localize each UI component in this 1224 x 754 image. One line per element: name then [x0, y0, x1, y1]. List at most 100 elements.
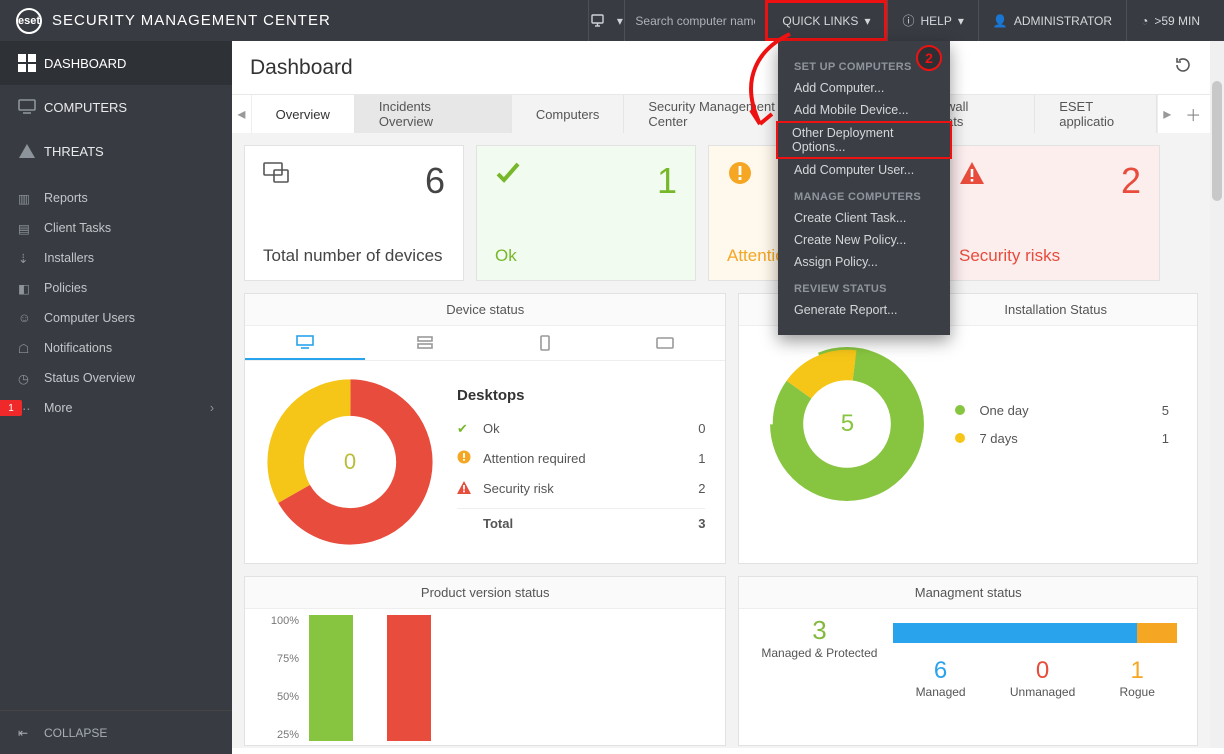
- legend-dot: [955, 405, 965, 415]
- session-timer[interactable]: ◔ >59 MIN: [1126, 0, 1214, 41]
- top-bar: eset SECURITY MANAGEMENT CENTER ▾ QUICK …: [0, 0, 1224, 41]
- card-label: Total number of devices: [263, 246, 445, 266]
- user-button[interactable]: 👤 ADMINISTRATOR: [978, 0, 1126, 41]
- tab-label: Computers: [536, 107, 600, 122]
- help-icon: ⓘ: [902, 12, 914, 29]
- ql-add-mobile[interactable]: Add Mobile Device...: [778, 99, 950, 121]
- value: 6: [916, 657, 966, 685]
- collapse-icon: ⇤: [18, 726, 44, 740]
- tab-eset-app[interactable]: ESET applicatio: [1035, 95, 1157, 133]
- annotation-badge-2: 2: [916, 45, 942, 71]
- alert-icon: [959, 160, 985, 191]
- search-input[interactable]: [625, 0, 765, 41]
- nav-installers[interactable]: ⇣Installers: [0, 243, 232, 273]
- row-value: 1: [1139, 431, 1169, 446]
- inst-row-seven-days: 7 days 1: [955, 424, 1169, 452]
- tab-computers[interactable]: Computers: [512, 95, 625, 133]
- devtab-desktop[interactable]: [245, 326, 365, 360]
- ql-generate-report[interactable]: Generate Report...: [778, 299, 950, 321]
- tab-overview[interactable]: Overview: [252, 95, 355, 133]
- nav-notifications[interactable]: ☖Notifications: [0, 333, 232, 363]
- nav-label: More: [44, 401, 72, 415]
- tabs-scroll-left[interactable]: ◂: [232, 95, 252, 133]
- card-ok[interactable]: 1 Ok: [476, 145, 696, 281]
- management-bar: [893, 623, 1177, 643]
- quick-links-button[interactable]: QUICK LINKS ▾: [765, 0, 887, 41]
- tick: 100%: [259, 615, 299, 627]
- panel-title: Device status: [245, 294, 725, 326]
- chevron-down-icon: ▾: [864, 14, 870, 28]
- vertical-scrollbar[interactable]: [1210, 41, 1224, 748]
- search-segment: ▾: [588, 0, 765, 41]
- row-name: Attention required: [483, 451, 675, 466]
- panel-title: Product version status: [245, 577, 725, 609]
- nav-threats[interactable]: THREATS: [0, 129, 232, 173]
- device-type-tabs: [245, 326, 725, 361]
- col-unmanaged: 0 Unmanaged: [1010, 657, 1075, 699]
- nav-label: Status Overview: [44, 371, 135, 385]
- nav-label: Notifications: [44, 341, 112, 355]
- alert-icon: [457, 481, 483, 497]
- tabs-scroll-right[interactable]: ▸: [1157, 95, 1177, 133]
- device-row-ok: ✔ Ok 0: [457, 414, 705, 444]
- nav-status-overview[interactable]: ◷Status Overview: [0, 363, 232, 393]
- card-label: Ok: [495, 246, 677, 266]
- bar-seg-rogue: [1137, 623, 1177, 643]
- check-icon: ✔: [457, 421, 483, 437]
- computer-filter-icon[interactable]: ▾: [589, 0, 625, 41]
- device-group-title: Desktops: [457, 387, 705, 404]
- nav-label: Computer Users: [44, 311, 135, 325]
- page-title: Dashboard: [250, 56, 353, 80]
- row-name: 7 days: [979, 431, 1139, 446]
- help-label: HELP: [920, 14, 951, 28]
- ql-other-deployment[interactable]: Other Deployment Options...: [776, 121, 952, 159]
- ql-add-user[interactable]: Add Computer User...: [778, 159, 950, 181]
- collapse-button[interactable]: ⇤ COLLAPSE: [0, 710, 232, 754]
- ql-create-policy[interactable]: Create New Policy...: [778, 229, 950, 251]
- card-total-devices[interactable]: 6 Total number of devices: [244, 145, 464, 281]
- nav-policies[interactable]: ◧Policies: [0, 273, 232, 303]
- nav-computers[interactable]: COMPUTERS: [0, 85, 232, 129]
- nav-label: Client Tasks: [44, 221, 111, 235]
- scrollbar-thumb[interactable]: [1212, 81, 1222, 201]
- devtab-other[interactable]: [605, 326, 725, 360]
- devtab-server[interactable]: [365, 326, 485, 360]
- tab-incidents[interactable]: Incidents Overview: [355, 95, 512, 133]
- label: Managed & Protected: [759, 646, 879, 661]
- tab-label: ESET applicatio: [1059, 99, 1150, 129]
- more-badge: 1: [0, 400, 22, 416]
- nav-reports[interactable]: ▥Reports: [0, 183, 232, 213]
- donut-center-value: 0: [265, 377, 435, 547]
- nav-computer-users[interactable]: ☺Computer Users: [0, 303, 232, 333]
- value: 1: [1120, 657, 1155, 685]
- tick: 25%: [259, 729, 299, 741]
- ql-assign-policy[interactable]: Assign Policy...: [778, 251, 950, 273]
- ql-create-client-task[interactable]: Create Client Task...: [778, 207, 950, 229]
- nav-dashboard[interactable]: DASHBOARD: [0, 41, 232, 85]
- card-value: 2: [1121, 160, 1141, 202]
- device-status-donut: 0: [265, 377, 435, 547]
- refresh-button[interactable]: [1174, 56, 1192, 79]
- col-rogue: 1 Rogue: [1120, 657, 1155, 699]
- page-header: Dashboard: [232, 41, 1210, 95]
- nav-label: Installers: [44, 251, 94, 265]
- warning-icon: [457, 450, 483, 467]
- tab-add-button[interactable]: ＋: [1177, 95, 1210, 133]
- row-name: Total: [483, 516, 675, 531]
- bar-seg-managed: [893, 623, 1137, 643]
- label: Managed: [916, 685, 966, 699]
- ql-add-computer[interactable]: Add Computer...: [778, 77, 950, 99]
- nav-label: DASHBOARD: [44, 56, 126, 71]
- donut-center-value: 5: [767, 344, 927, 504]
- main: Dashboard ◂ Overview Incidents Overview …: [232, 41, 1210, 748]
- row-value: 5: [1139, 403, 1169, 418]
- sidebar: DASHBOARD COMPUTERS THREATS ▥Reports ▤Cl…: [0, 41, 232, 754]
- devtab-mobile[interactable]: [485, 326, 605, 360]
- brand-title: SECURITY MANAGEMENT CENTER: [52, 12, 331, 29]
- tasks-icon: ▤: [18, 221, 44, 236]
- nav-client-tasks[interactable]: ▤Client Tasks: [0, 213, 232, 243]
- card-security-risks[interactable]: 2 Security risks: [940, 145, 1160, 281]
- ql-section-review: REVIEW STATUS: [778, 273, 950, 299]
- help-button[interactable]: ⓘ HELP ▾: [887, 0, 977, 41]
- nav-more[interactable]: 1 ⋯ More ›: [0, 393, 232, 423]
